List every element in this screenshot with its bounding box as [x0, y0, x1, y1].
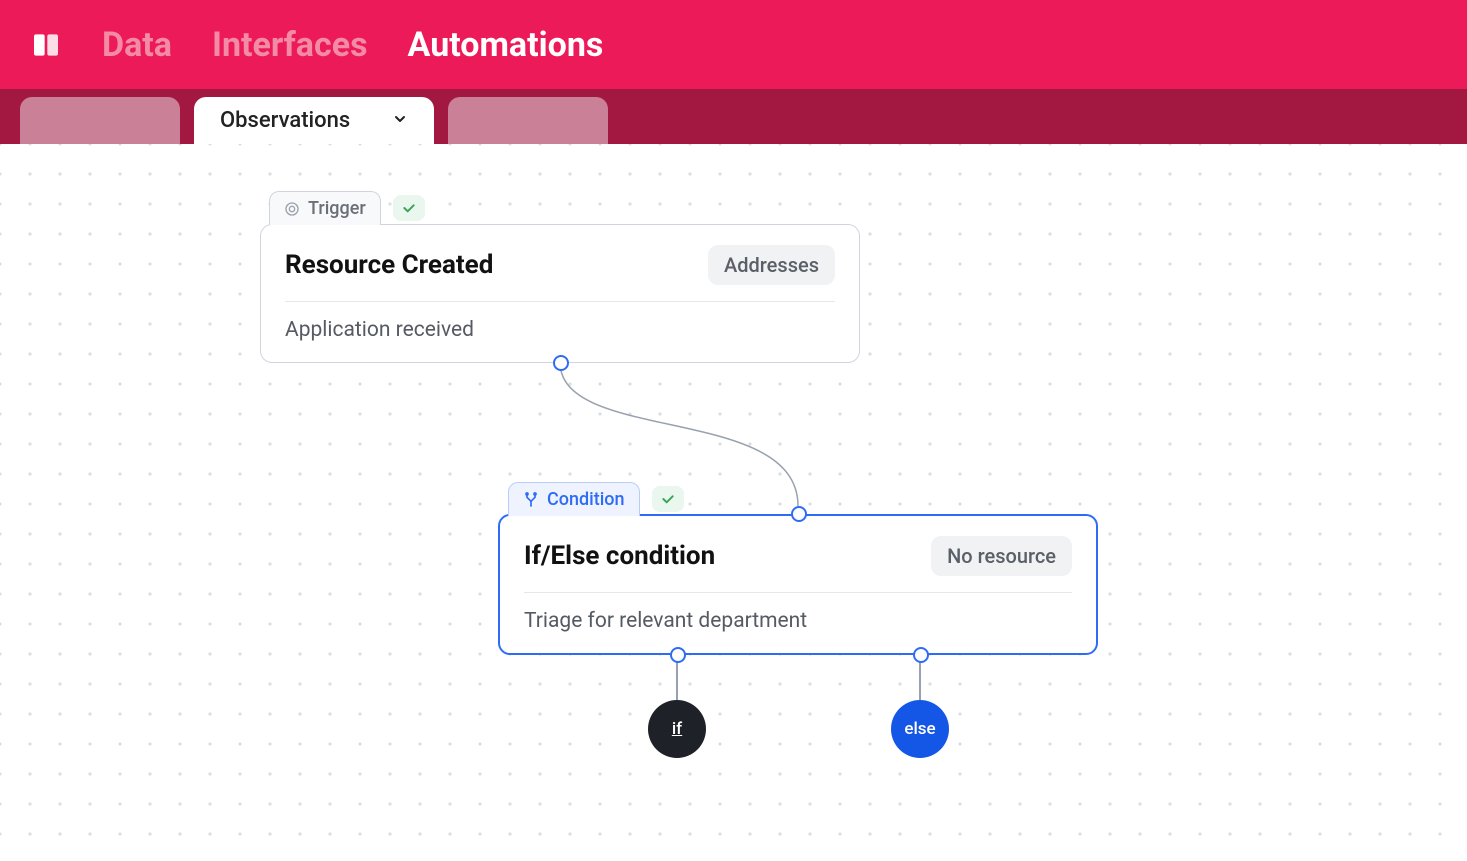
port-trigger-out[interactable] [553, 355, 569, 371]
automation-canvas[interactable]: Trigger Resource Created Addresses Appli… [0, 144, 1467, 861]
node-trigger-tab-label: Trigger [308, 198, 366, 219]
node-condition-description: Triage for relevant department [524, 609, 1072, 633]
subtab-blank-1[interactable] [20, 97, 180, 144]
node-trigger-title: Resource Created [285, 250, 493, 280]
node-trigger[interactable]: Trigger Resource Created Addresses Appli… [260, 224, 860, 363]
branch-if[interactable]: if [648, 700, 706, 758]
nav-interfaces[interactable]: Interfaces [212, 25, 368, 65]
subtab-label: Observations [220, 108, 350, 133]
chevron-down-icon [392, 111, 408, 131]
subheader: Observations [0, 89, 1467, 144]
nav-data[interactable]: Data [102, 25, 172, 65]
node-trigger-status [393, 195, 425, 221]
branch-if-label: if [672, 719, 682, 739]
port-condition-out-if[interactable] [670, 647, 686, 663]
nav-automations[interactable]: Automations [408, 25, 604, 65]
main-header: Data Interfaces Automations [0, 0, 1467, 89]
node-condition-title: If/Else condition [524, 541, 715, 571]
port-condition-in[interactable] [791, 506, 807, 522]
node-trigger-badge: Addresses [708, 245, 835, 285]
node-condition-status [652, 486, 684, 512]
branch-else-label: else [904, 719, 935, 739]
check-icon [660, 491, 676, 507]
port-condition-out-else[interactable] [913, 647, 929, 663]
node-condition-tab-label: Condition [547, 489, 625, 510]
branch-else[interactable]: else [891, 700, 949, 758]
subtab-observations[interactable]: Observations [194, 97, 434, 144]
branch-icon [523, 492, 539, 508]
check-icon [401, 200, 417, 216]
node-trigger-tab: Trigger [269, 191, 381, 225]
node-condition-badge: No resource [931, 536, 1072, 576]
node-trigger-description: Application received [285, 318, 835, 342]
node-condition-tab: Condition [508, 482, 640, 516]
app-icon[interactable] [30, 29, 62, 61]
subtab-blank-2[interactable] [448, 97, 608, 144]
trigger-icon [284, 201, 300, 217]
node-condition[interactable]: Condition If/Else condition No resource … [498, 514, 1098, 655]
